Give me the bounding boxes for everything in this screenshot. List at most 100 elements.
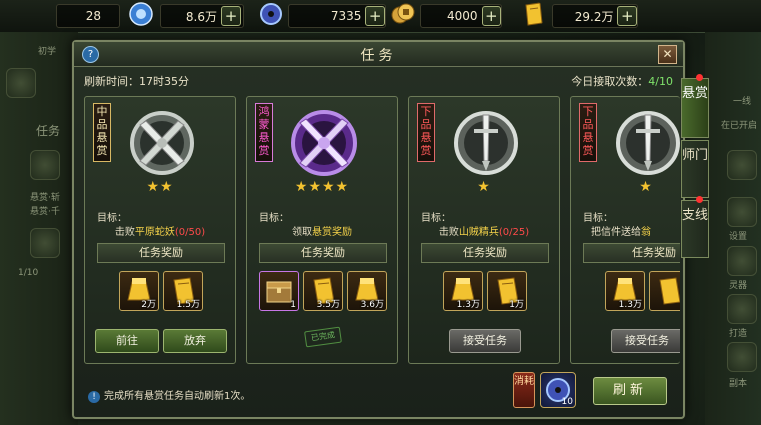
identify-icon bbox=[727, 197, 757, 227]
daily-accept-count: 今日接取次数：4/10 bbox=[571, 73, 673, 89]
bg-label: 灵器 bbox=[729, 281, 748, 291]
quest-dialog: ? 任务 ✕ 刷新时间：17时35分 今日接取次数：4/10 中品悬赏 ★★ 目… bbox=[72, 40, 685, 419]
gold-ticket-icon[interactable]: 1万 bbox=[487, 271, 527, 311]
goal-progress: (0/50) bbox=[174, 227, 206, 238]
add-coin-button[interactable]: + bbox=[481, 6, 501, 26]
silver-sword-emblem bbox=[616, 111, 680, 175]
background-right-hud: 一线 在已开启 设置 灵器 打造 副本 bbox=[705, 32, 761, 425]
goto-button[interactable]: 前往 bbox=[95, 329, 159, 353]
gold-ingot-icon[interactable]: 1.3万 bbox=[443, 271, 483, 311]
quest-icon bbox=[30, 150, 60, 180]
goal-prefix: 击败 bbox=[114, 227, 135, 238]
spirit-icon bbox=[727, 246, 757, 276]
daily-count: 4/10 bbox=[648, 75, 673, 88]
forge-icon bbox=[727, 294, 757, 324]
reward-amount: 1 bbox=[290, 300, 296, 310]
bg-label: 在已开启 bbox=[721, 121, 758, 131]
close-button[interactable]: ✕ bbox=[658, 45, 677, 64]
accept-quest-button[interactable]: 接受任务 bbox=[449, 329, 521, 353]
settings-icon bbox=[727, 150, 757, 180]
copper-coin-icon bbox=[391, 3, 415, 24]
star-rating: ★★ bbox=[146, 179, 174, 195]
refresh-time: 刷新时间：17时35分 bbox=[84, 75, 189, 88]
completed-stamp: 已完成 bbox=[304, 326, 342, 348]
exp-orb-icon bbox=[129, 2, 153, 26]
reward-amount: 1.3万 bbox=[456, 300, 480, 310]
goal-text: 把信件送给翁 bbox=[591, 223, 651, 238]
bg-label: 悬赏·斩 bbox=[30, 193, 60, 203]
star-rating: ★ bbox=[477, 179, 491, 195]
bg-label: 1/10 bbox=[18, 268, 39, 278]
treasure-chest-icon[interactable]: 1 bbox=[259, 271, 299, 311]
add-jade-button[interactable]: + bbox=[365, 6, 385, 26]
gold-ticket-display: 29.2万 + bbox=[552, 4, 638, 28]
footer-text: 完成所有悬赏任务自动刷新1次。 bbox=[104, 391, 251, 402]
goal-label: 目标： bbox=[259, 213, 289, 224]
goal-target: 翁 bbox=[641, 227, 651, 238]
goal-label: 目标： bbox=[421, 213, 451, 224]
gold-ticket-icon[interactable]: 3.5万 bbox=[303, 271, 343, 311]
reward-amount: 2万 bbox=[141, 300, 156, 310]
coin-value: 4000 bbox=[446, 9, 478, 23]
goal-progress: (0/25) bbox=[498, 227, 530, 238]
accept-quest-button[interactable]: 接受任务 bbox=[611, 329, 680, 353]
jade-display: 7335 + bbox=[288, 4, 386, 28]
bg-label: 一线 bbox=[733, 97, 752, 107]
dungeon-icon bbox=[727, 342, 757, 372]
bg-label: 副本 bbox=[729, 379, 748, 389]
abandon-button[interactable]: 放弃 bbox=[163, 329, 227, 353]
reward-amount: 1.3万 bbox=[618, 300, 642, 310]
dialog-title: 任务 bbox=[360, 48, 397, 64]
notification-dot bbox=[696, 196, 703, 203]
goal-target: 平原蛇妖 bbox=[134, 227, 175, 238]
reward-amount: 3.5万 bbox=[316, 300, 340, 310]
goal-prefix: 把信件送给 bbox=[591, 227, 641, 238]
resource-bar: 28 8.6万 + 7335 + 4000 + 29.2万 + bbox=[0, 0, 761, 33]
tab-sect[interactable]: 师门 bbox=[681, 140, 709, 198]
notification-dot bbox=[696, 74, 703, 81]
add-gold-ticket-button[interactable]: + bbox=[617, 6, 637, 26]
grade-badge: 下品悬赏 bbox=[579, 103, 597, 162]
bg-label: 设置 bbox=[729, 232, 748, 242]
info-icon: ! bbox=[88, 391, 100, 403]
reward-amount: 1万 bbox=[509, 300, 524, 310]
reward-amount: 3.6万 bbox=[360, 300, 384, 310]
gold-ticket-icon[interactable]: 1.5万 bbox=[163, 271, 203, 311]
star-rating: ★ bbox=[639, 179, 653, 195]
tab-bounty[interactable]: 悬赏 bbox=[681, 78, 709, 138]
consume-label: 消耗 bbox=[513, 372, 535, 408]
reward-title: 任务奖励 bbox=[97, 243, 225, 263]
goal-target: 悬赏奖励 bbox=[312, 227, 352, 238]
purple-crossed-swords-emblem bbox=[291, 110, 357, 176]
footer-note: ! 完成所有悬赏任务自动刷新1次。 bbox=[88, 387, 250, 403]
bag-icon bbox=[30, 228, 60, 258]
gold-ingot-icon[interactable]: 2万 bbox=[119, 271, 159, 311]
gold-ingot-icon[interactable]: 3.6万 bbox=[347, 271, 387, 311]
grade-badge: 下品悬赏 bbox=[417, 103, 435, 162]
grade-badge: 中品悬赏 bbox=[93, 103, 111, 162]
gold-ticket-icon[interactable] bbox=[649, 271, 680, 311]
jade-disc-icon: 10 bbox=[540, 372, 576, 408]
daily-label: 今日接取次数： bbox=[571, 75, 649, 88]
goal-text: 击败山贼精兵(0/25) bbox=[409, 223, 559, 238]
dialog-titlebar: ? 任务 ✕ bbox=[74, 42, 683, 67]
silver-display: 8.6万 + bbox=[160, 4, 244, 28]
bounty-card: 下品悬赏 ★ 目标： 击败山贼精兵(0/25) 任务奖励 1.3万 1万 接受任… bbox=[408, 96, 560, 364]
goal-label: 目标： bbox=[583, 213, 613, 224]
silver-value: 8.6万 bbox=[185, 9, 217, 24]
reward-title: 任务奖励 bbox=[259, 243, 387, 263]
player-portrait-icon bbox=[6, 68, 36, 98]
bg-label: 初学 bbox=[38, 47, 57, 57]
refresh-button[interactable]: 刷新 bbox=[593, 377, 667, 405]
gold-ticket-icon bbox=[525, 2, 543, 26]
gold-ticket-value: 29.2万 bbox=[574, 9, 614, 24]
coin-display: 4000 + bbox=[420, 4, 502, 28]
gold-ingot-icon[interactable]: 1.3万 bbox=[605, 271, 645, 311]
goal-target: 山贼精兵 bbox=[458, 227, 499, 238]
tab-side-quest[interactable]: 支线 bbox=[681, 200, 709, 258]
bounty-card: 下品悬赏 ★ 目标： 把信件送给翁 任务奖励 1.3万 接受任务 bbox=[570, 96, 680, 364]
exp-display: 28 bbox=[56, 4, 120, 28]
goal-label: 目标： bbox=[97, 213, 127, 224]
add-silver-button[interactable]: + bbox=[221, 6, 241, 26]
bounty-card: 鸿蒙悬赏 ★★★★ 目标： 领取悬赏奖励 任务奖励 1 3.5万 3.6万 已完… bbox=[246, 96, 398, 364]
